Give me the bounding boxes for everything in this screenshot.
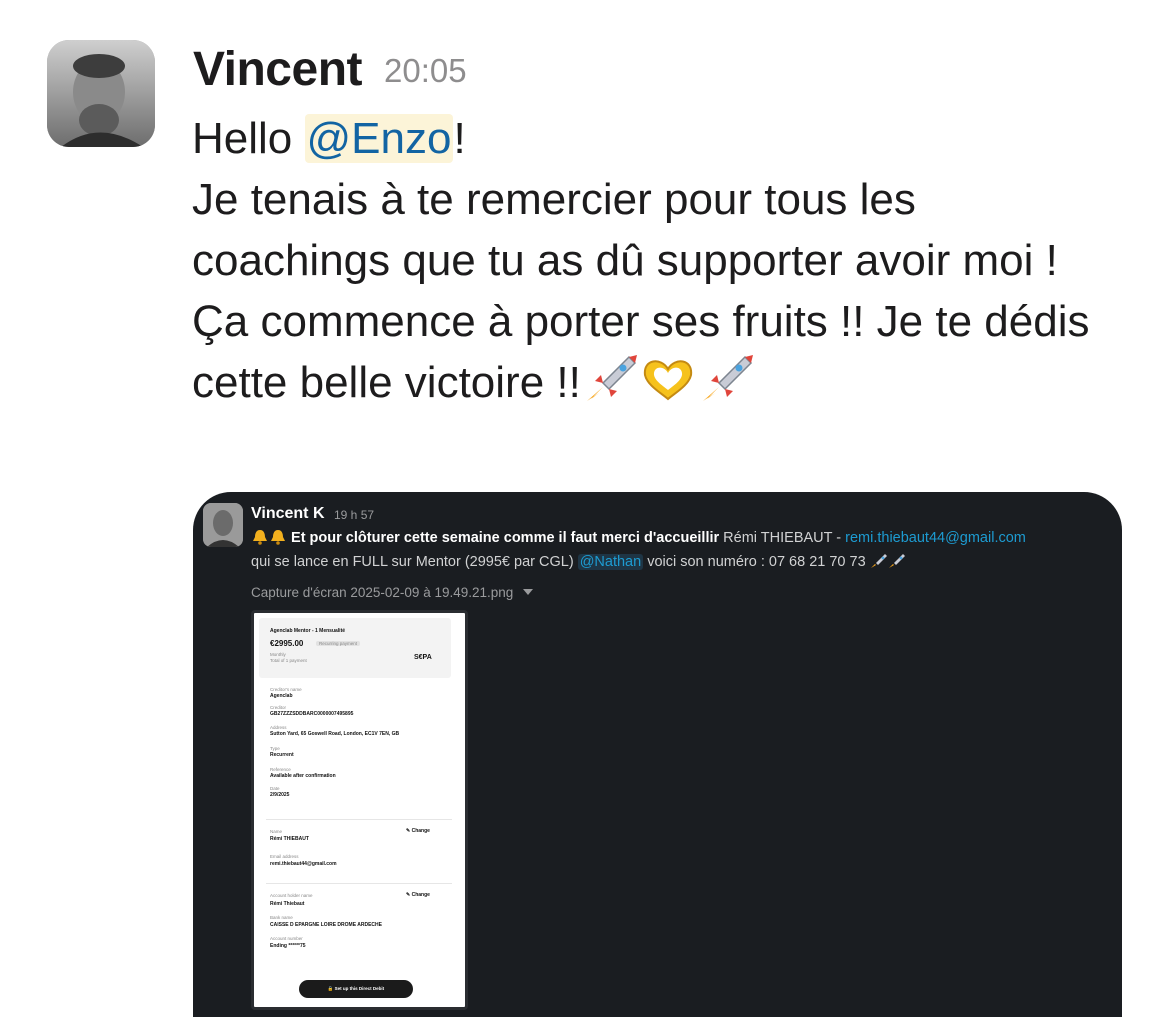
- amount: €2995.00: [270, 639, 304, 648]
- product-name: Agenclab Mentor - 1 Mensualité: [270, 628, 346, 634]
- message-line: Et pour clôturer cette semaine comme il …: [251, 529, 1026, 546]
- message-line: qui se lance en FULL sur Mentor (2995€ p…: [251, 553, 906, 570]
- field-label: Email address: [270, 854, 299, 859]
- rocket-icon: [586, 355, 637, 401]
- message-timestamp: 19 h 57: [334, 508, 375, 522]
- payments-count: Total of 1 payment: [270, 658, 307, 663]
- avatar-photo: [47, 40, 155, 147]
- avatar: [203, 503, 243, 547]
- greeting-text: Hello: [192, 114, 305, 163]
- message-text: qui se lance en FULL sur Mentor (2995€ p…: [251, 554, 578, 570]
- sepa-logo: S€PA: [414, 654, 432, 661]
- period: Monthly: [270, 652, 286, 657]
- field-value: Sutton Yard, 65 Goswell Road, London, EC…: [270, 731, 400, 737]
- greeting-exclaim: !: [453, 114, 466, 163]
- field-value: Ending ******75: [270, 943, 306, 949]
- chevron-down-icon: [523, 589, 534, 595]
- image-thumbnail: Agenclab Mentor - 1 Mensualité €2995.00 …: [251, 610, 468, 1010]
- field-label: Account holder name: [270, 893, 313, 898]
- user-mention: @Nathan: [577, 554, 644, 570]
- field-value: CAISSE D EPARGNE LOIRE DROME ARDECHE: [270, 922, 382, 928]
- message-paragraph-1: Je tenais à te remercier pour tous les c…: [192, 175, 1058, 285]
- field-label: Creditor's name: [270, 687, 302, 692]
- field-value: remi.thiebaut44@gmail.com: [270, 861, 337, 867]
- message-bold-text: Et pour clôturer cette semaine comme il …: [291, 530, 720, 546]
- change-link: ✎ Change: [406, 892, 430, 898]
- field-value: 2/9/2025: [270, 792, 290, 798]
- message-body: Hello @Enzo! Je tenais à te remercier po…: [192, 108, 1122, 413]
- rocket-icon: [702, 355, 753, 401]
- field-label: Name: [270, 829, 283, 834]
- field-label: Bank name: [270, 915, 293, 920]
- field-value: Rémi Thiebaut: [270, 901, 305, 907]
- field-label: Reference: [270, 767, 291, 772]
- rocket-icon: [870, 554, 887, 568]
- setup-direct-debit-button: 🔒 Set up this Direct Debit: [299, 980, 413, 998]
- message-text: voici son numéro : 07 68 21 70 73: [643, 554, 866, 570]
- rocket-icon: [888, 554, 905, 568]
- field-label: Creditor: [270, 705, 287, 710]
- avatar[interactable]: [47, 40, 155, 147]
- person-name: Rémi THIEBAUT -: [719, 530, 846, 546]
- field-value: Agenclab: [270, 693, 293, 699]
- change-link: ✎ Change: [406, 828, 430, 834]
- message-author: Vincent K: [251, 505, 325, 522]
- field-value: Recurrent: [270, 752, 294, 758]
- message-author[interactable]: Vincent: [193, 42, 363, 97]
- bell-icon: [271, 530, 285, 545]
- message-timestamp[interactable]: 20:05: [384, 52, 467, 90]
- field-label: Date: [270, 786, 280, 791]
- user-mention[interactable]: @Enzo: [304, 114, 454, 163]
- email-link: remi.thiebaut44@gmail.com: [845, 530, 1026, 546]
- bell-icon: [253, 530, 267, 545]
- field-value: Available after confirmation: [270, 773, 336, 779]
- field-label: Address: [270, 725, 287, 730]
- file-name: Capture d'écran 2025-02-09 à 19.49.21.pn…: [251, 585, 534, 600]
- attached-screenshot[interactable]: Vincent K 19 h 57 Et pour clôturer cette…: [193, 492, 1122, 1017]
- field-label: Type: [270, 746, 280, 751]
- payment-summary: [259, 618, 451, 678]
- heart-hands-icon: [643, 360, 692, 401]
- field-value: GB27ZZZSDDBARC0000007495895: [270, 711, 354, 717]
- divider: [266, 883, 452, 884]
- field-label: Account number: [270, 936, 303, 941]
- file-name-text: Capture d'écran 2025-02-09 à 19.49.21.pn…: [251, 585, 514, 600]
- field-value: Rémi THIEBAUT: [270, 836, 309, 842]
- status-badge: Recurring payment: [316, 641, 361, 646]
- divider: [266, 819, 452, 820]
